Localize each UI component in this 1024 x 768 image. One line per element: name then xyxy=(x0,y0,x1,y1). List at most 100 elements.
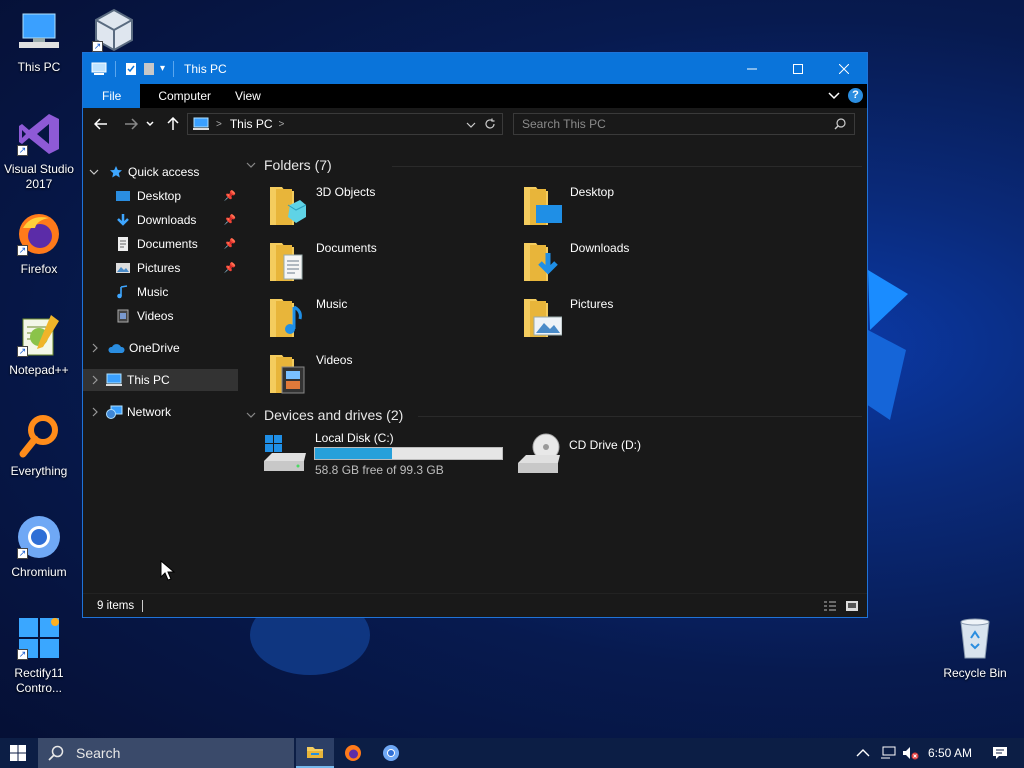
desktop-icon-rectify11[interactable]: ↗ Rectify11 Contro... xyxy=(1,614,77,696)
group-header-drives[interactable]: Devices and drives (2) xyxy=(246,407,403,423)
clock[interactable]: 6:50 AM xyxy=(928,746,972,760)
folder-desktop[interactable]: Desktop xyxy=(522,183,772,233)
minimize-button[interactable] xyxy=(729,53,775,84)
folder-documents[interactable]: Documents xyxy=(268,239,518,289)
nav-item-desktop[interactable]: Desktop 📌 xyxy=(83,185,238,207)
up-button[interactable] xyxy=(161,112,185,136)
desktop-icon-recycle-bin[interactable]: Recycle Bin xyxy=(937,614,1013,681)
properties-icon[interactable] xyxy=(124,62,138,76)
folder-downloads[interactable]: Downloads xyxy=(522,239,772,289)
customize-toolbar-icon[interactable]: ▾ xyxy=(160,63,165,74)
drive-local-disk-c[interactable]: Local Disk (C:) 58.8 GB free of 99.3 GB xyxy=(262,431,512,481)
search-box[interactable]: Search This PC xyxy=(513,113,855,135)
desktop-icon-chromium[interactable]: ↗ Chromium xyxy=(1,513,77,580)
nav-onedrive[interactable]: OneDrive xyxy=(83,337,238,359)
nav-quick-access-label: Quick access xyxy=(128,165,200,179)
minimize-icon xyxy=(747,68,757,69)
desktop-icon-label: Notepad++ xyxy=(9,363,69,377)
breadcrumb-this-pc[interactable]: This PC xyxy=(230,117,273,131)
nav-item-label: OneDrive xyxy=(129,341,180,355)
pin-icon: 📌 xyxy=(223,214,236,226)
recycle-bin-icon xyxy=(951,614,999,662)
shortcut-arrow-icon: ↗ xyxy=(17,548,28,559)
shortcut-arrow-icon: ↗ xyxy=(17,245,28,256)
forward-button[interactable] xyxy=(119,112,143,136)
content-pane: Folders (7) 3D Objects Desktop Documents… xyxy=(238,157,867,593)
nav-item-videos[interactable]: Videos xyxy=(83,305,238,327)
pin-icon: 📌 xyxy=(223,190,236,202)
show-hidden-icons-icon[interactable] xyxy=(856,748,870,758)
large-icons-view-icon[interactable] xyxy=(845,600,859,612)
desktop-icon-label: Recycle Bin xyxy=(943,666,1007,680)
nav-quick-access[interactable]: Quick access xyxy=(83,161,238,183)
desktop-icon-this-pc[interactable]: This PC xyxy=(1,8,77,75)
recent-locations-button[interactable] xyxy=(143,112,157,136)
volume-muted-icon[interactable] xyxy=(902,746,920,760)
new-folder-icon[interactable] xyxy=(142,62,156,76)
desktop-icon-notepadpp[interactable]: ↗ Notepad++ xyxy=(1,311,77,378)
nav-item-label: Network xyxy=(127,405,172,419)
visual-studio-icon: ↗ xyxy=(15,110,63,158)
videos-folder-icon xyxy=(270,355,305,394)
action-center-icon[interactable] xyxy=(992,745,1008,761)
nav-this-pc[interactable]: This PC xyxy=(83,369,238,391)
nav-item-pictures[interactable]: Pictures 📌 xyxy=(83,257,238,279)
nav-network[interactable]: Network xyxy=(83,401,238,423)
maximize-button[interactable] xyxy=(775,53,821,84)
folder-videos[interactable]: Videos xyxy=(268,351,518,401)
group-header-label: Devices and drives (2) xyxy=(264,407,404,423)
search-input[interactable]: Search This PC xyxy=(522,117,606,131)
group-header-label: Folders (7) xyxy=(264,157,332,173)
chevron-down-icon xyxy=(246,162,256,168)
nav-item-label: Videos xyxy=(137,309,174,323)
folder-music[interactable]: Music xyxy=(268,295,518,345)
drive-name: CD Drive (D:) xyxy=(569,438,641,452)
cloud-icon xyxy=(108,344,125,353)
group-header-folders[interactable]: Folders (7) xyxy=(246,157,332,173)
nav-item-downloads[interactable]: Downloads 📌 xyxy=(83,209,238,231)
address-dropdown-icon[interactable] xyxy=(466,122,476,128)
desktop-folder-icon xyxy=(116,191,130,201)
network-status-icon[interactable] xyxy=(880,746,896,760)
status-bar: 9 items xyxy=(83,593,867,617)
back-button[interactable] xyxy=(89,112,113,136)
notepadpp-icon: ↗ xyxy=(15,311,63,359)
nav-item-music[interactable]: Music xyxy=(83,281,238,303)
desktop-icon-firefox[interactable]: ↗ Firefox xyxy=(1,210,77,277)
taskbar-chromium[interactable] xyxy=(372,738,410,768)
search-icon xyxy=(48,745,64,761)
shortcut-arrow-icon: ↗ xyxy=(92,41,103,52)
folder-pictures[interactable]: Pictures xyxy=(522,295,772,345)
refresh-icon[interactable] xyxy=(484,118,496,130)
start-button[interactable] xyxy=(0,738,36,768)
desktop-icon-virtualbox[interactable]: ↗ xyxy=(76,6,152,58)
folder-3d-objects[interactable]: 3D Objects xyxy=(268,183,518,233)
taskbar-search-box[interactable]: Search xyxy=(38,738,294,768)
expand-ribbon-icon[interactable] xyxy=(828,91,840,100)
desktop-icon-label: Rectify11 Contro... xyxy=(14,666,64,695)
folder-label: Videos xyxy=(316,353,353,367)
title-bar[interactable]: ▾ This PC xyxy=(83,53,867,84)
address-bar[interactable]: > This PC > xyxy=(187,113,503,135)
taskbar-firefox[interactable] xyxy=(334,738,372,768)
virtualbox-icon: ↗ xyxy=(90,6,138,54)
forward-arrow-icon xyxy=(125,118,138,130)
quick-access-toolbar: ▾ xyxy=(83,60,178,77)
drive-cd-d[interactable]: CD Drive (D:) xyxy=(516,431,766,481)
downloads-folder-icon xyxy=(524,243,558,281)
tab-file[interactable]: File xyxy=(83,84,141,108)
desktop-icon-visual-studio[interactable]: ↗ Visual Studio 2017 xyxy=(1,110,77,192)
desktop-icon-everything[interactable]: Everything xyxy=(1,412,77,479)
taskbar-file-explorer[interactable] xyxy=(296,738,334,768)
nav-item-label: This PC xyxy=(127,373,170,387)
tab-computer[interactable]: Computer xyxy=(140,84,225,108)
help-icon[interactable]: ? xyxy=(848,88,863,103)
close-button[interactable] xyxy=(821,53,867,84)
cd-drive-icon xyxy=(518,433,560,473)
tab-view[interactable]: View xyxy=(225,84,271,108)
nav-item-documents[interactable]: Documents 📌 xyxy=(83,233,238,255)
pin-icon: 📌 xyxy=(223,238,236,250)
details-view-icon[interactable] xyxy=(823,600,837,612)
rectify11-icon: ↗ xyxy=(15,614,63,662)
up-arrow-icon xyxy=(167,117,179,130)
